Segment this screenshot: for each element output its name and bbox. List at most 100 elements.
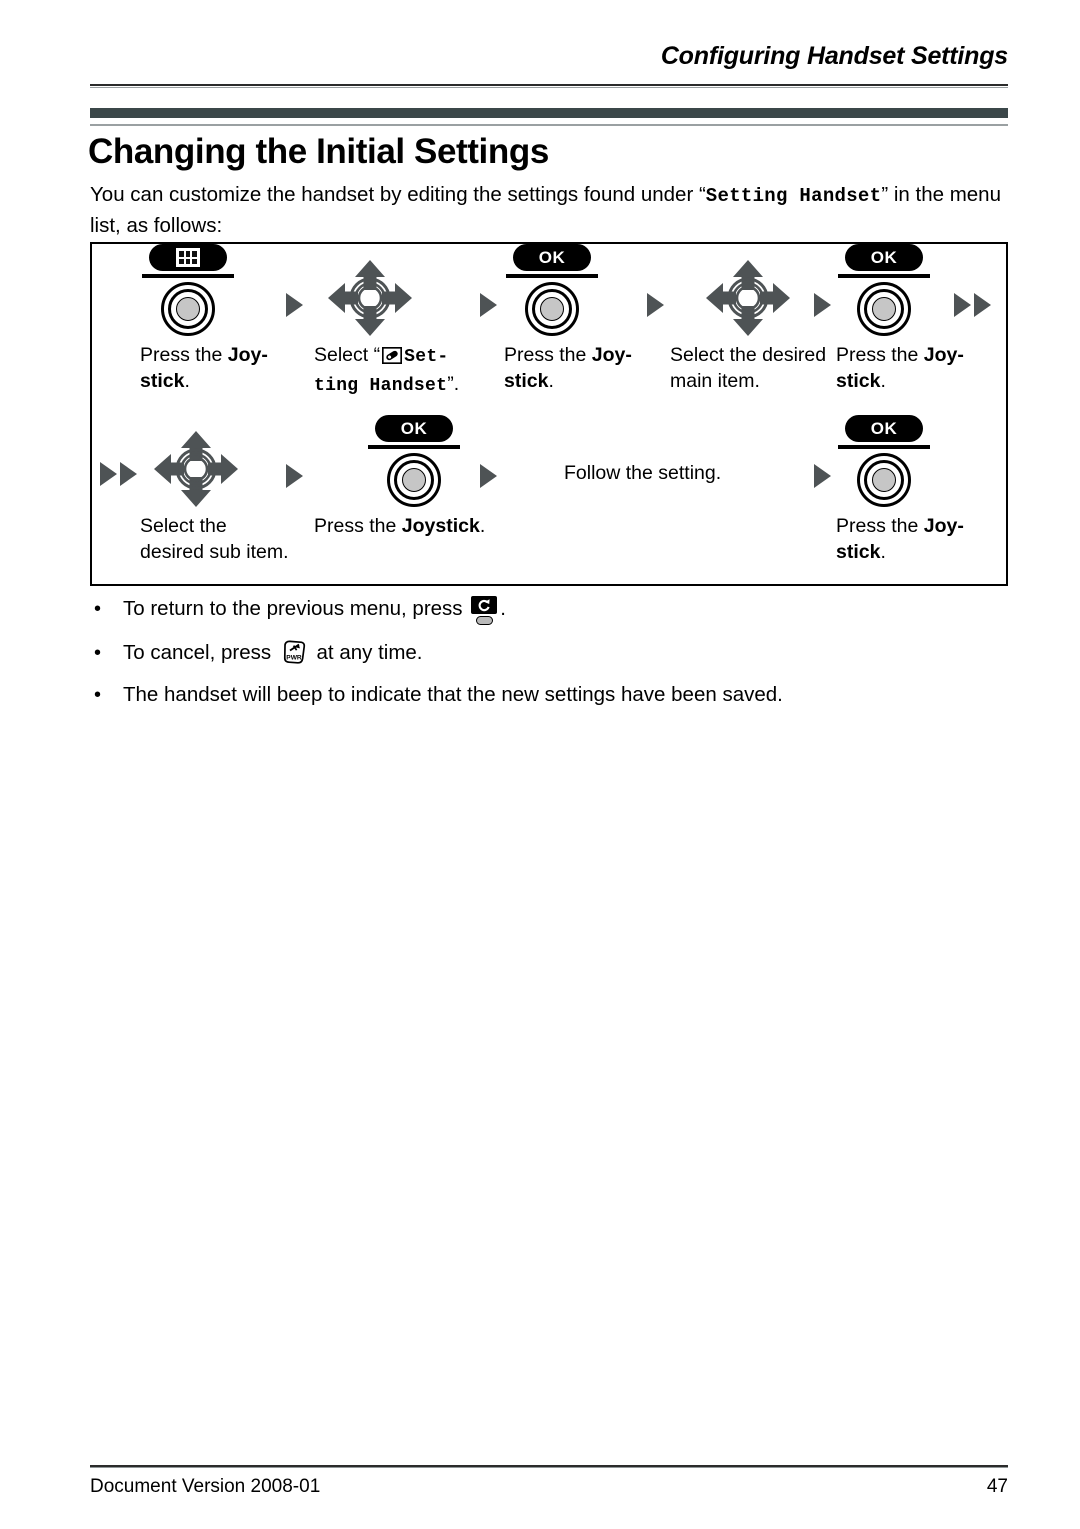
caption-line-1: Select the desired bbox=[670, 344, 827, 366]
title-band-rule bbox=[90, 124, 1008, 126]
key-divider bbox=[838, 274, 930, 278]
menu-grid-icon bbox=[149, 244, 227, 271]
caption-bold-2: stick bbox=[836, 370, 881, 392]
footer-rule bbox=[90, 1465, 1008, 1468]
flow-step-art bbox=[154, 429, 238, 507]
four-way-nav-icon bbox=[154, 431, 238, 507]
caption-tail: . bbox=[184, 370, 190, 392]
flow-arrow-3 bbox=[647, 293, 664, 317]
flow-wrap-arrow-end bbox=[954, 293, 991, 317]
ok-key-over-joystick: OK bbox=[836, 244, 932, 336]
flow-step-caption: Press the Joy-stick. bbox=[140, 342, 270, 394]
ok-key-icon: OK bbox=[375, 415, 453, 442]
note-text-after: . bbox=[500, 597, 506, 620]
procedure-flow-diagram: Press the Joy-stick. Select “ Set- ting … bbox=[90, 242, 1008, 586]
flow-step-caption: Press the Joy-stick. bbox=[504, 342, 636, 394]
flow-arrow-5 bbox=[286, 464, 303, 488]
flow-step-art: OK bbox=[836, 244, 968, 336]
flow-arrow-2 bbox=[480, 293, 497, 317]
list-item: • To cancel, press PWR at any time. bbox=[90, 638, 1012, 668]
ok-key-label: OK bbox=[870, 248, 898, 267]
caption-text: Press the bbox=[504, 344, 592, 366]
flow-step-select-main-item: Select the desired main item. bbox=[670, 258, 838, 394]
back-key-icon bbox=[469, 596, 499, 626]
caption-line-2: desired sub item. bbox=[140, 541, 289, 563]
caption-bold-2: stick bbox=[836, 541, 881, 563]
flow-step-press-joystick-5: OK Press the Joy-stick. bbox=[836, 415, 968, 565]
notes-list: • To return to the previous menu, press … bbox=[90, 594, 1012, 722]
caption-text: Press the bbox=[836, 515, 924, 537]
key-divider bbox=[368, 445, 460, 449]
flow-step-art: OK bbox=[836, 415, 968, 507]
caption-tail: . bbox=[880, 370, 886, 392]
ok-key-over-joystick: OK bbox=[836, 415, 932, 507]
flow-step-press-joystick-1: Press the Joy-stick. bbox=[140, 244, 270, 394]
caption-bold-2: stick bbox=[140, 370, 185, 392]
page-footer: Document Version 2008-01 47 bbox=[90, 1476, 1008, 1498]
caption-bold: Joystick bbox=[401, 515, 480, 537]
flow-step-select-setting-handset: Select “ Set-ting Handset”. bbox=[314, 258, 484, 399]
flow-wrap-arrow-start bbox=[100, 462, 137, 486]
ok-key-label: OK bbox=[400, 419, 428, 438]
flow-step-follow-the-setting: Follow the setting. bbox=[564, 454, 794, 486]
flow-step-art: OK bbox=[504, 244, 636, 336]
caption-tail: ”. bbox=[447, 373, 460, 395]
note-text-after: at any time. bbox=[310, 641, 423, 664]
caption-bold: Joy- bbox=[227, 344, 268, 366]
flow-step-press-joystick-2: OK Press the Joy-stick. bbox=[504, 244, 636, 394]
intro-paragraph: You can customize the handset by editing… bbox=[90, 180, 1012, 240]
page-title: Changing the Initial Settings bbox=[88, 132, 549, 171]
joystick-icon bbox=[387, 453, 441, 507]
four-way-nav-icon bbox=[706, 260, 790, 336]
flow-arrow-6 bbox=[480, 464, 497, 488]
ok-key-icon: OK bbox=[845, 415, 923, 442]
svg-text:PWR: PWR bbox=[286, 655, 302, 662]
list-item-text: To cancel, press PWR at any time. bbox=[123, 638, 1012, 668]
flow-step-caption: Press the Joy-stick. bbox=[836, 513, 968, 565]
caption-bold: Joy- bbox=[923, 344, 964, 366]
flow-step-art bbox=[706, 258, 790, 336]
caption-tail: . bbox=[880, 541, 886, 563]
joystick-icon bbox=[857, 453, 911, 507]
handset-settings-icon bbox=[382, 345, 403, 371]
note-text-before: To return to the previous menu, press bbox=[123, 597, 469, 620]
joystick-icon bbox=[525, 282, 579, 336]
caption-line-1: Select the bbox=[140, 515, 227, 537]
caption-mono-2: ting Handset bbox=[314, 376, 448, 396]
flow-step-art bbox=[328, 258, 412, 336]
flow-step-caption: Follow the setting. bbox=[564, 462, 722, 484]
joystick-icon bbox=[857, 282, 911, 336]
caption-mono-1: Set- bbox=[404, 347, 449, 367]
intro-mono-term: Setting Handset bbox=[705, 185, 882, 207]
document-page: Configuring Handset Settings Changing th… bbox=[0, 0, 1080, 1529]
intro-text-1: You can customize the handset by editing… bbox=[90, 183, 706, 206]
caption-line-2: main item. bbox=[670, 370, 760, 392]
ok-key-icon: OK bbox=[845, 244, 923, 271]
caption-text: Press the bbox=[140, 344, 228, 366]
flow-step-press-joystick-3: OK Press the Joy-stick. bbox=[836, 244, 968, 394]
bullet-marker: • bbox=[94, 642, 102, 664]
four-way-nav-icon bbox=[328, 260, 412, 336]
bullet-marker: • bbox=[94, 598, 102, 620]
flow-arrow-4 bbox=[814, 293, 831, 317]
flow-step-select-sub-item: Select the desired sub item. bbox=[140, 429, 290, 565]
note-text-before: To cancel, press bbox=[123, 641, 277, 664]
power-key-icon: PWR bbox=[280, 639, 308, 667]
caption-bold-2: stick bbox=[504, 370, 549, 392]
ok-key-over-joystick: OK bbox=[504, 244, 600, 336]
caption-bold: Joy- bbox=[591, 344, 632, 366]
flow-step-caption: Press the Joystick. bbox=[314, 513, 514, 539]
flow-arrow-1 bbox=[286, 293, 303, 317]
document-version: Document Version 2008-01 bbox=[90, 1476, 321, 1497]
flow-step-art bbox=[140, 244, 270, 336]
menu-key-over-joystick bbox=[140, 244, 236, 336]
list-item-text: To return to the previous menu, press . bbox=[123, 594, 1012, 626]
key-divider bbox=[142, 274, 234, 278]
caption-bold: Joy- bbox=[923, 515, 964, 537]
flow-step-caption: Select the desired main item. bbox=[670, 342, 838, 394]
ok-key-label: OK bbox=[870, 419, 898, 438]
header-rule bbox=[90, 84, 1008, 88]
bullet-marker: • bbox=[94, 684, 102, 706]
running-header: Configuring Handset Settings bbox=[660, 42, 1008, 70]
ok-key-over-joystick: OK bbox=[366, 415, 462, 507]
